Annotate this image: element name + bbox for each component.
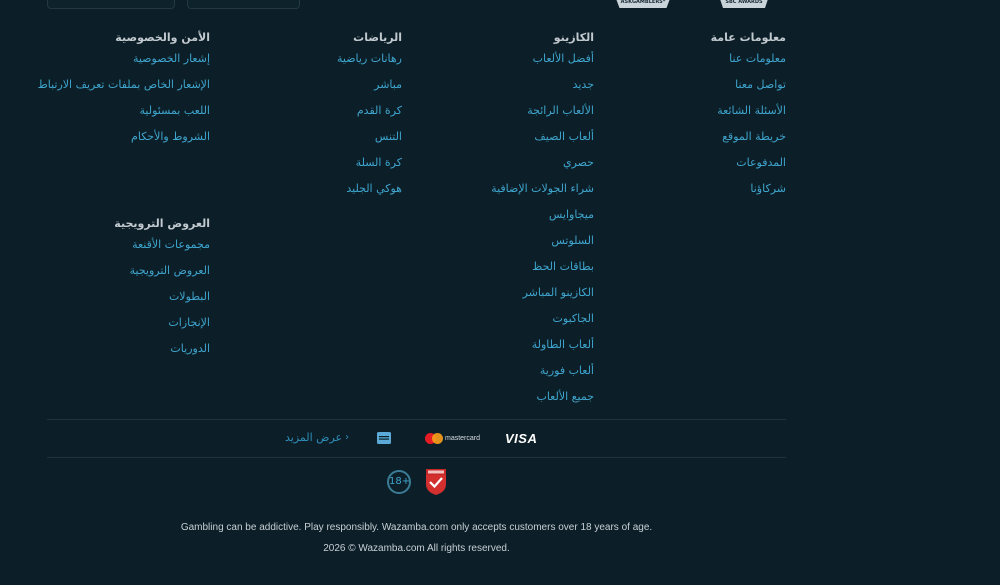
sbc-awards-badge: SBC AWARDS <box>719 0 769 8</box>
footer-link[interactable]: الجاكبوت <box>491 312 594 338</box>
responsible-gaming-seal-icon <box>425 468 447 500</box>
show-more-payments-button[interactable]: ‹ عرض المزيد <box>285 431 349 444</box>
top-box-right[interactable] <box>187 0 300 9</box>
footer-link[interactable]: شراء الجولات الإضافية <box>491 182 594 208</box>
footer-link[interactable]: رهانات رياضية <box>337 52 402 78</box>
footer-link[interactable]: معلومات عنا <box>711 52 786 78</box>
footer-link[interactable]: خريطة الموقع <box>711 130 786 156</box>
footer-link[interactable]: ألعاب الطاولة <box>491 338 594 364</box>
footer-link[interactable]: بطاقات الحظ <box>491 260 594 286</box>
copyright-notice: 2026 © Wazamba.com All rights reserved. <box>323 543 510 554</box>
footer-link[interactable]: مجموعات الأقنعة <box>114 238 210 264</box>
footer-link[interactable]: إشعار الخصوصية <box>38 52 210 78</box>
footer-link[interactable]: العروض الترويجية <box>114 264 210 290</box>
age-restriction-badge: 18+ <box>387 470 411 494</box>
footer-link[interactable]: الألعاب الرائجة <box>491 104 594 130</box>
askgamblers-award-badge: ASKGAMBLERS* <box>615 0 671 8</box>
footer-link[interactable]: حصري <box>491 156 594 182</box>
footer-link[interactable]: شركاؤنا <box>711 182 786 208</box>
amex-logo <box>377 428 391 448</box>
footer-link[interactable]: الكازينو المباشر <box>491 286 594 312</box>
footer-link[interactable]: كرة القدم <box>337 104 402 130</box>
column-heading: معلومات عامة <box>710 31 786 44</box>
amex-icon <box>377 432 391 444</box>
footer-link[interactable]: مباشر <box>337 78 402 104</box>
footer-link[interactable]: المدفوعات <box>711 156 786 182</box>
footer-link[interactable]: ألعاب الصيف <box>491 130 594 156</box>
footer-link[interactable]: الإشعار الخاص بملفات تعريف الارتباط <box>38 78 210 104</box>
footer-link[interactable]: التنس <box>337 130 402 156</box>
footer-column-casino: الكازينو أفضل الألعاب جديد الألعاب الرائ… <box>491 30 594 416</box>
footer-link[interactable]: ألعاب فورية <box>491 364 594 390</box>
footer-link[interactable]: أفضل الألعاب <box>491 52 594 78</box>
mastercard-icon <box>425 432 443 444</box>
gambling-disclaimer: Gambling can be addictive. Play responsi… <box>180 522 653 533</box>
footer-link[interactable]: البطولات <box>114 290 210 316</box>
column-heading: العروض الترويجية <box>114 217 210 230</box>
visa-label: VISA <box>505 430 538 446</box>
visa-logo: VISA <box>505 428 537 448</box>
column-heading: الأمن والخصوصية <box>115 31 210 44</box>
column-heading: الكازينو <box>553 31 594 44</box>
footer-column-sports: الرياضات رهانات رياضية مباشر كرة القدم ا… <box>337 30 402 208</box>
top-box-left[interactable] <box>47 0 175 9</box>
footer-column-promotions: العروض الترويجية مجموعات الأقنعة العروض … <box>114 216 210 368</box>
footer-column-general: معلومات عامة معلومات عنا تواصل معنا الأس… <box>711 30 786 208</box>
payments-divider-top <box>47 419 786 420</box>
mastercard-label: mastercard <box>445 434 481 442</box>
footer-link[interactable]: الإنجازات <box>114 316 210 342</box>
footer-link[interactable]: الشروط والأحكام <box>38 130 210 156</box>
footer-link[interactable]: الأسئلة الشائعة <box>711 104 786 130</box>
footer-column-security: الأمن والخصوصية إشعار الخصوصية الإشعار ا… <box>38 30 210 156</box>
footer-link[interactable]: الدوريات <box>114 342 210 368</box>
footer-link[interactable]: هوكي الجليد <box>337 182 402 208</box>
footer-link[interactable]: جميع الألعاب <box>491 390 594 416</box>
mastercard-logo: mastercard <box>425 428 480 448</box>
chevron-left-icon: ‹ <box>345 432 350 443</box>
footer-link[interactable]: جديد <box>491 78 594 104</box>
footer-link[interactable]: ميجاوايس <box>491 208 594 234</box>
column-heading: الرياضات <box>353 31 402 44</box>
footer-link[interactable]: تواصل معنا <box>711 78 786 104</box>
footer-link[interactable]: كرة السلة <box>337 156 402 182</box>
footer-link[interactable]: اللعب بمسئولية <box>38 104 210 130</box>
footer-link[interactable]: السلوتس <box>491 234 594 260</box>
show-more-label: عرض المزيد <box>285 431 343 444</box>
payments-divider-bottom <box>47 457 786 458</box>
